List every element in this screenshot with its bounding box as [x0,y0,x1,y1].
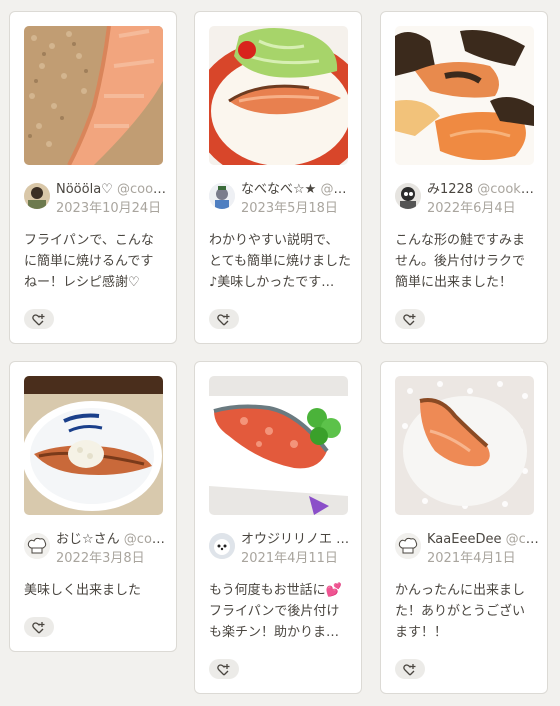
author-name: Nööölа♡ [56,182,113,197]
post-date: 2021年4月11日 [241,551,338,566]
author-row[interactable]: オウジリリノエ @cookpad_ou 2021年4月11日 [209,531,353,571]
cooksnap-card[interactable]: み1228 @cookpad_mi 2022年6月4日 こんな形の鮭ですみません… [380,11,548,344]
author-name: なべなべ☆★ [241,182,317,197]
author-handle: @cookpad_ou [336,532,353,547]
photo-avatar-icon[interactable] [24,183,50,209]
cooksnap-card[interactable]: オウジリリノエ @cookpad_ou 2021年4月11日 もう何度もお世話に… [194,361,362,694]
author-handle: @cookpad_xx [116,182,168,197]
author-row[interactable]: み1228 @cookpad_mi 2022年6月4日 [395,181,539,221]
like-button[interactable] [395,309,425,329]
cooksnap-card[interactable]: Nööölа♡ @cookpad_xx 2023年10月24日 フライパンで、こ… [9,11,177,344]
dish-photo[interactable] [209,26,348,165]
author-row[interactable]: Nööölа♡ @cookpad_xx 2023年10月24日 [24,181,168,221]
post-date: 2023年5月18日 [241,201,338,216]
cooksnap-card[interactable]: おじ☆さん @cookpad_oji 2022年3月8日 美味しく出来ました [9,361,177,652]
dish-photo[interactable] [24,376,163,515]
cooksnap-card[interactable]: なべなべ☆★ @cookpad_nabe 2023年5月18日 わかりやすい説明… [194,11,362,344]
photo-avatar-icon[interactable] [209,183,235,209]
comment-text: こんな形の鮭ですみません。後片付けラクで簡単に出来ました！ [395,233,526,290]
heart-plus-icon [32,621,45,633]
comment-text: 美味しく出来ました [24,583,142,598]
dish-photo[interactable] [395,26,534,165]
author-row[interactable]: おじ☆さん @cookpad_oji 2022年3月8日 [24,531,168,571]
dish-photo[interactable] [395,376,534,515]
author-row[interactable]: KaaEeeDee @cookpad_kd 2021年4月1日 [395,531,539,571]
author-line: み1228 @cookpad_mi [427,181,539,199]
comment-text: フライパンで、こんなに簡単に焼けるんですねー！レシピ感謝♡ [24,233,154,290]
chef-hat-icon[interactable] [395,533,421,559]
chef-hat-icon[interactable] [24,533,50,559]
cooksnap-card[interactable]: KaaEeeDee @cookpad_kd 2021年4月1日 かんったんに出来… [380,361,548,694]
author-line: オウジリリノエ @cookpad_ou [241,531,353,549]
heart-plus-icon [403,313,416,325]
like-button[interactable] [395,659,425,679]
photo-avatar-icon[interactable] [209,533,235,559]
author-line: KaaEeeDee @cookpad_kd [427,531,539,549]
photo-avatar-icon[interactable] [395,183,421,209]
author-name: オウジリリノエ [241,532,333,547]
author-line: Nööölа♡ @cookpad_xx [56,181,168,199]
author-name: KaaEeeDee [427,532,502,547]
author-handle: @cookpad_oji [123,532,168,547]
like-button[interactable] [24,309,54,329]
author-row[interactable]: なべなべ☆★ @cookpad_nabe 2023年5月18日 [209,181,353,221]
dish-photo[interactable] [209,376,348,515]
author-handle: @cookpad_mi [477,182,539,197]
comment-text: かんったんに出来ました！ありがとうございます！！ [395,583,526,640]
post-date: 2022年3月8日 [56,551,145,566]
author-line: おじ☆さん @cookpad_oji [56,531,168,549]
author-handle: @cookpad_nabe [320,182,353,197]
author-handle: @cookpad_kd [505,532,539,547]
author-name: み1228 [427,182,474,197]
author-name: おじ☆さん [56,532,120,547]
post-date: 2022年6月4日 [427,201,516,216]
like-button[interactable] [209,309,239,329]
comment-text: わかりやすい説明で、とても簡単に焼けました♪美味しかったです… [209,233,351,290]
comment-text: もう何度もお世話に💕フライパンで後片付けも楽チン！助かりま… [209,583,342,640]
heart-plus-icon [217,313,230,325]
post-date: 2021年4月1日 [427,551,516,566]
author-line: なべなべ☆★ @cookpad_nabe [241,181,353,199]
heart-plus-icon [217,663,230,675]
heart-plus-icon [403,663,416,675]
post-date: 2023年10月24日 [56,201,162,216]
like-button[interactable] [209,659,239,679]
like-button[interactable] [24,617,54,637]
dish-photo[interactable] [24,26,163,165]
heart-plus-icon [32,313,45,325]
